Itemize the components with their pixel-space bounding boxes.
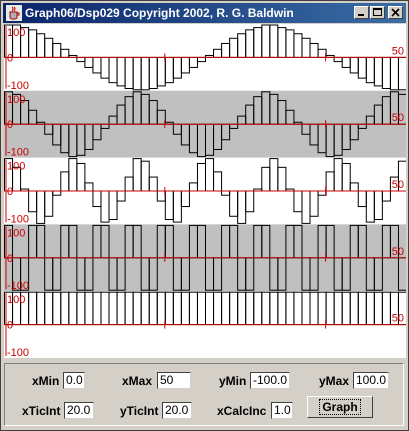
xmin-field[interactable]: 0.0 (63, 372, 85, 389)
plot-5-ymax-label: 100 (7, 294, 25, 306)
control-panel: xMin 0.0 xMax 50 yMin -100.0 yMax 100.0 … (4, 363, 404, 426)
plot-2-origin-label: 0 (7, 119, 13, 131)
minimize-icon (358, 14, 364, 16)
xticint-label: xTicInt (22, 404, 61, 418)
xmax-field[interactable]: 50 (157, 372, 191, 389)
plot-1-xmax-label: 50 (392, 45, 404, 57)
plot-5-ymin-label: -100 (7, 347, 29, 358)
plot-4-origin-label: 0 (7, 253, 13, 265)
xmin-label: xMin (32, 374, 60, 388)
plot-1-ymax-label: 100 (7, 27, 25, 39)
ymax-label: yMax (319, 374, 350, 388)
plot-3-origin-label: 0 (7, 186, 13, 198)
plot-5-origin-label: 0 (7, 320, 13, 332)
maximize-button[interactable] (370, 6, 385, 19)
close-icon (391, 8, 400, 17)
plot-2-xmax-label: 50 (392, 112, 404, 124)
java-cup-icon (6, 5, 22, 21)
app-window: Graph06/Dsp029 Copyright 2002, R. G. Bal… (0, 0, 409, 431)
plot-1-ymin-label: -100 (7, 80, 29, 92)
graph-button[interactable]: Graph (307, 396, 373, 418)
plot-area: 100 0 -100 50 100 0 -100 50 100 0 -100 50 100 0 -100 50… (4, 24, 406, 358)
xmax-label: xMax (122, 374, 153, 388)
plot-2-ymax-label: 100 (7, 94, 25, 106)
plot-3-xmax-label: 50 (392, 179, 404, 191)
plot-5-xmax-label: 50 (392, 313, 404, 325)
plot-3-ymax-label: 100 (7, 161, 25, 173)
xcalcinc-field[interactable]: 1.0 (271, 402, 293, 419)
minimize-button[interactable] (354, 6, 369, 19)
ymax-field[interactable]: 100.0 (353, 372, 389, 389)
ymin-label: yMin (219, 374, 247, 388)
plot-4-ymin-label: -100 (7, 280, 29, 292)
window-title: Graph06/Dsp029 Copyright 2002, R. G. Bal… (25, 6, 294, 20)
plot-3-ymin-label: -100 (7, 213, 29, 225)
title-bar[interactable]: Graph06/Dsp029 Copyright 2002, R. G. Bal… (3, 3, 406, 23)
maximize-icon (373, 8, 382, 16)
xcalcinc-label: xCalcInc (217, 404, 267, 418)
ymin-field[interactable]: -100.0 (250, 372, 290, 389)
xticint-field[interactable]: 20.0 (64, 402, 94, 419)
plot-4-ymax-label: 100 (7, 227, 25, 239)
yticint-label: yTicInt (120, 404, 159, 418)
plot-4-xmax-label: 50 (392, 246, 404, 258)
graph-button-label: Graph (319, 399, 361, 415)
plot-2-ymin-label: -100 (7, 147, 29, 159)
close-button[interactable] (388, 6, 403, 19)
plot-1-origin-label: 0 (7, 52, 13, 64)
yticint-field[interactable]: 20.0 (162, 402, 192, 419)
